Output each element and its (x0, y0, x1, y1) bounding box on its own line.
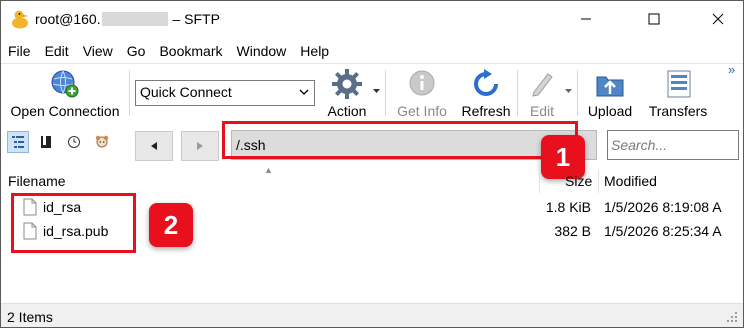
transfers-label: Transfers (648, 103, 708, 119)
file-modified: 1/5/2026 8:19:08 A (604, 199, 722, 215)
navigation-bar: /.ssh 1 Search... (1, 121, 743, 179)
get-info-button[interactable]: Get Info (389, 66, 455, 120)
sftp-window: root@160. – SFTP File Edit View Go Bookm… (0, 0, 744, 328)
duck-icon (12, 10, 28, 29)
file-list-header: ▲ Filename Size Modified (1, 165, 743, 193)
bookmarks-view-button[interactable] (35, 131, 57, 153)
file-modified: 1/5/2026 8:25:34 A (604, 223, 722, 239)
toolbar-separator (385, 70, 386, 116)
menu-help[interactable]: Help (293, 41, 336, 63)
annotation-badge-2: 2 (149, 203, 193, 247)
menu-file[interactable]: File (1, 41, 38, 63)
refresh-button[interactable]: Refresh (457, 66, 515, 120)
chevron-down-icon (299, 89, 309, 95)
refresh-icon (474, 69, 498, 96)
minimize-button[interactable] (563, 1, 609, 37)
get-info-label: Get Info (397, 103, 447, 119)
minimize-icon (581, 18, 591, 20)
upload-label: Upload (587, 103, 633, 119)
history-view-button[interactable] (63, 131, 85, 153)
forward-button[interactable] (181, 131, 219, 161)
column-divider[interactable] (598, 169, 599, 193)
maximize-button[interactable] (631, 1, 677, 37)
back-arrow-icon (151, 142, 157, 150)
open-connection-label: Open Connection (10, 103, 120, 119)
pencil-icon (532, 73, 553, 97)
action-button[interactable]: Action (319, 66, 375, 120)
toolbar-overflow-button[interactable]: » (728, 62, 735, 77)
edit-label: Edit (529, 103, 555, 119)
globe-plus-icon (51, 70, 79, 98)
column-divider[interactable] (539, 169, 540, 193)
browser-view-button[interactable] (7, 131, 29, 153)
search-input[interactable]: Search... (607, 130, 739, 160)
gear-icon (332, 69, 362, 99)
clock-icon (68, 136, 80, 148)
column-filename[interactable]: Filename (8, 173, 66, 189)
sort-caret-icon: ▲ (264, 165, 273, 175)
toolbar-separator (577, 70, 578, 116)
file-list: id_rsa 1.8 KiB 1/5/2026 8:19:08 A id_rsa… (1, 193, 743, 303)
menu-bookmark[interactable]: Bookmark (152, 41, 229, 63)
file-size: 1.8 KiB (545, 199, 591, 215)
quick-connect-dropdown[interactable]: Quick Connect (135, 80, 315, 106)
redacted-host (101, 12, 168, 26)
toolbar-separator (129, 70, 130, 116)
toolbar-separator (517, 70, 518, 116)
info-icon (409, 70, 435, 96)
menu-window[interactable]: Window (230, 41, 294, 63)
search-placeholder: Search... (611, 137, 668, 153)
menu-view[interactable]: View (76, 41, 120, 63)
action-dropdown-icon[interactable] (373, 89, 380, 94)
refresh-label: Refresh (461, 103, 511, 119)
status-bar: 2 Items (1, 303, 743, 327)
resize-grip-icon[interactable] (725, 310, 739, 324)
menu-bar: File Edit View Go Bookmark Window Help (1, 41, 743, 63)
forward-arrow-icon (197, 142, 203, 150)
quick-connect-label: Quick Connect (140, 84, 232, 100)
close-button[interactable] (695, 1, 741, 37)
status-text: 2 Items (7, 309, 53, 325)
window-title: root@160. – SFTP (35, 11, 220, 27)
bookmark-icon (41, 136, 51, 148)
menu-go[interactable]: Go (120, 41, 153, 63)
upload-button[interactable]: Upload (581, 66, 639, 120)
upload-folder-icon (596, 76, 624, 97)
path-annotation-box (222, 121, 578, 159)
close-icon (712, 13, 724, 25)
title-protocol: – SFTP (172, 11, 220, 27)
title-host: root@160. (35, 11, 101, 27)
edit-dropdown-icon[interactable] (565, 89, 572, 94)
open-connection-button[interactable]: Open Connection (5, 66, 125, 120)
action-label: Action (327, 103, 367, 119)
files-annotation-box (11, 193, 136, 253)
maximize-icon (648, 13, 660, 25)
edit-button[interactable]: Edit (521, 66, 563, 120)
transfers-icon (667, 70, 691, 98)
title-bar: root@160. – SFTP (1, 1, 743, 37)
list-view-icon (12, 136, 24, 148)
column-modified[interactable]: Modified (604, 173, 657, 189)
toolbar: Open Connection Quick Connect Action Get… (1, 62, 743, 121)
bonjour-icon (95, 135, 109, 148)
transfers-button[interactable]: Transfers (643, 66, 713, 120)
column-size[interactable]: Size (565, 173, 592, 189)
menu-edit[interactable]: Edit (38, 41, 76, 63)
bonjour-view-button[interactable] (91, 131, 113, 153)
back-button[interactable] (135, 131, 173, 161)
file-size: 382 B (554, 223, 591, 239)
